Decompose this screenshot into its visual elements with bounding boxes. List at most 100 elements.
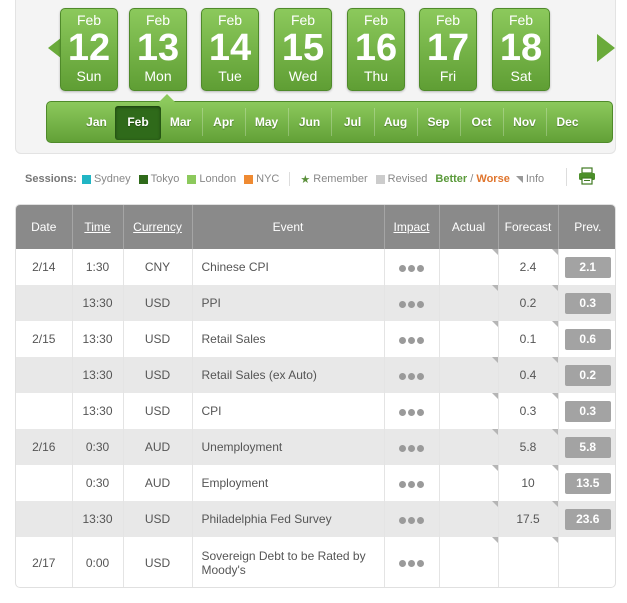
info-corner-icon[interactable] [491, 285, 498, 291]
cell-impact [384, 357, 440, 393]
info-corner-icon[interactable] [551, 501, 558, 507]
table-row[interactable]: 2/15 13:30 USD Retail Sales 0.1 0.6 [16, 321, 615, 357]
cell-prev [558, 537, 615, 587]
month-sep[interactable]: Sep [417, 102, 460, 142]
cell-currency: USD [123, 393, 193, 429]
day-month: Feb [435, 12, 461, 28]
nyc-swatch-icon [244, 174, 254, 184]
info-corner-icon[interactable] [491, 249, 498, 255]
day-tile-18[interactable]: Feb 18 Sat [492, 8, 550, 91]
table-row[interactable]: 13:30 USD CPI 0.3 0.3 [16, 393, 615, 429]
cell-event[interactable]: Retail Sales [192, 321, 385, 357]
day-month: Feb [290, 12, 316, 28]
month-jul[interactable]: Jul [331, 102, 374, 142]
day-weekday: Thu [363, 68, 389, 84]
session-london: London [187, 173, 236, 185]
info-corner-icon[interactable] [491, 393, 498, 399]
cell-prev: 5.8 [558, 429, 615, 465]
cell-time: 13:30 [72, 357, 124, 393]
info-corner-icon[interactable] [491, 537, 498, 543]
month-dec[interactable]: Dec [546, 102, 589, 142]
cell-event[interactable]: Unemployment [192, 429, 385, 465]
day-tile-12[interactable]: Feb 12 Sun [60, 8, 118, 91]
month-aug[interactable]: Aug [374, 102, 417, 142]
header-currency[interactable]: Currency [123, 205, 193, 249]
cell-forecast: 10 [498, 465, 559, 501]
cell-event[interactable]: PPI [192, 285, 385, 321]
header-time[interactable]: Time [72, 205, 124, 249]
day-tile-13[interactable]: Feb 13 Mon [129, 8, 187, 91]
prev-value-badge: 0.3 [564, 400, 611, 422]
day-tile-15[interactable]: Feb 15 Wed [274, 8, 332, 91]
info-corner-icon[interactable] [551, 537, 558, 543]
cell-actual [439, 537, 499, 587]
day-tile-14[interactable]: Feb 14 Tue [201, 8, 259, 91]
cell-actual [439, 429, 499, 465]
day-weekday: Wed [288, 68, 318, 84]
table-row[interactable]: 2/14 1:30 CNY Chinese CPI 2.4 2.1 [16, 249, 615, 285]
cell-event[interactable]: Employment [192, 465, 385, 501]
star-icon: ★ [300, 173, 311, 186]
day-month: Feb [217, 12, 243, 28]
tokyo-swatch-icon [138, 174, 148, 184]
month-jan[interactable]: Jan [75, 102, 118, 142]
info-corner-icon[interactable] [491, 501, 498, 507]
cell-date [16, 465, 73, 501]
day-number: 16 [354, 27, 398, 69]
table-row[interactable]: 13:30 USD Philadelphia Fed Survey 17.5 23.6 [16, 501, 615, 537]
legend-revised: Revised [375, 173, 427, 185]
day-number: 12 [67, 27, 111, 69]
info-corner-icon[interactable] [551, 357, 558, 363]
sessions-label: Sessions: [25, 173, 77, 185]
month-feb[interactable]: Feb [115, 106, 161, 140]
info-corner-icon[interactable] [551, 285, 558, 291]
cell-event[interactable]: CPI [192, 393, 385, 429]
info-corner-icon[interactable] [491, 465, 498, 471]
cell-time: 13:30 [72, 321, 124, 357]
month-nov[interactable]: Nov [503, 102, 546, 142]
info-corner-icon[interactable] [491, 429, 498, 435]
cell-time: 0:30 [72, 429, 124, 465]
info-corner-icon [515, 175, 523, 183]
cell-impact [384, 501, 440, 537]
cell-actual [439, 501, 499, 537]
cell-impact [384, 321, 440, 357]
info-corner-icon[interactable] [551, 393, 558, 399]
table-row[interactable]: 13:30 USD PPI 0.2 0.3 [16, 285, 615, 321]
month-mar[interactable]: Mar [159, 102, 202, 142]
day-month: Feb [145, 12, 171, 28]
info-corner-icon[interactable] [491, 357, 498, 363]
table-row[interactable]: 0:30 AUD Employment 10 13.5 [16, 465, 615, 501]
table-row[interactable]: 2/16 0:30 AUD Unemployment 5.8 5.8 [16, 429, 615, 465]
day-weekday: Mon [144, 68, 172, 84]
info-corner-icon[interactable] [551, 465, 558, 471]
table-row[interactable]: 2/17 0:00 USD Sovereign Debt to be Rated by… [16, 537, 615, 587]
cell-currency: USD [123, 321, 193, 357]
info-corner-icon[interactable] [551, 429, 558, 435]
cell-event[interactable]: Sovereign Debt to be Rated by Moody's [192, 537, 385, 587]
prev-value-badge: 0.2 [564, 364, 611, 386]
cell-date: 2/17 [16, 537, 73, 587]
day-tile-16[interactable]: Feb 16 Thu [347, 8, 405, 91]
info-corner-icon[interactable] [491, 321, 498, 327]
prev-value-badge: 2.1 [564, 256, 611, 278]
cell-event[interactable]: Philadelphia Fed Survey [192, 501, 385, 537]
month-apr[interactable]: Apr [202, 102, 245, 142]
table-row[interactable]: 13:30 USD Retail Sales (ex Auto) 0.4 0.2 [16, 357, 615, 393]
cell-time: 13:30 [72, 393, 124, 429]
legend-bar: Sessions: Sydney Tokyo London NYC ★ Remem… [25, 172, 544, 186]
info-corner-icon[interactable] [551, 249, 558, 255]
cell-event[interactable]: Retail Sales (ex Auto) [192, 357, 385, 393]
cell-event[interactable]: Chinese CPI [192, 249, 385, 285]
cell-forecast: 2.4 [498, 249, 559, 285]
next-week-arrow-icon[interactable] [597, 34, 615, 62]
day-tile-17[interactable]: Feb 17 Fri [419, 8, 477, 91]
printer-icon[interactable] [578, 167, 596, 185]
header-impact[interactable]: Impact [384, 205, 440, 249]
month-may[interactable]: May [245, 102, 288, 142]
month-oct[interactable]: Oct [460, 102, 503, 142]
info-corner-icon[interactable] [551, 321, 558, 327]
cell-currency: USD [123, 357, 193, 393]
month-jun[interactable]: Jun [288, 102, 331, 142]
cell-actual [439, 321, 499, 357]
